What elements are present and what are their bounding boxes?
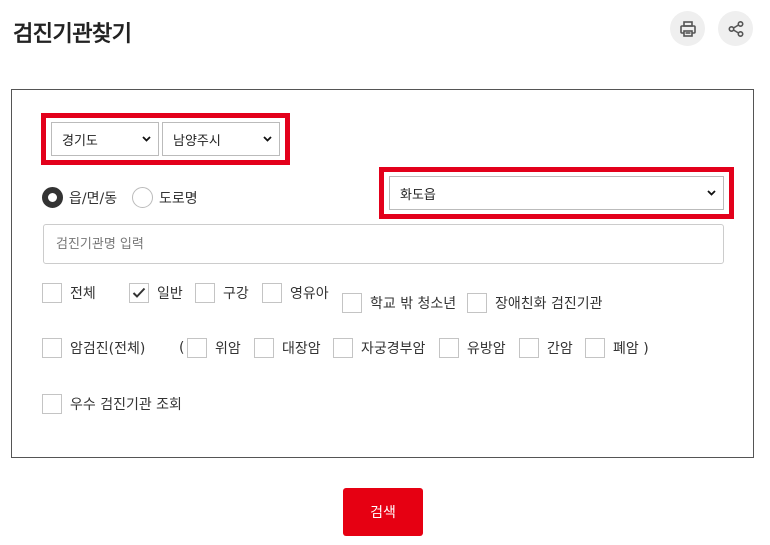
radio-road-name-label: 도로명: [159, 190, 198, 207]
page-title: 검진기관찾기: [13, 22, 132, 47]
checkbox-lung-cancer-label: 폐암 ): [613, 341, 649, 357]
checkbox-cervical-cancer-label: 자궁경부암: [361, 341, 426, 357]
checkbox-cancer-all[interactable]: 암검진(전체): [42, 338, 145, 358]
checkbox-stomach-cancer-label: 위암: [215, 341, 241, 357]
checkbox-box: [467, 293, 487, 313]
radio-selected-indicator: [42, 187, 63, 208]
checkbox-infant[interactable]: 영유아: [262, 283, 329, 303]
checkbox-excellent-institution[interactable]: 우수 검진기관 조회: [42, 394, 182, 414]
checkbox-box: [254, 338, 274, 358]
checkbox-box: [519, 338, 539, 358]
radio-eup-myeon-dong[interactable]: 읍/면/동: [42, 187, 117, 208]
share-button[interactable]: [718, 11, 753, 46]
checkbox-excellent-institution-label: 우수 검진기관 조회: [70, 397, 182, 413]
checkbox-disability-friendly[interactable]: 장애친화 검진기관: [467, 293, 603, 313]
checkbox-oral[interactable]: 구강: [195, 283, 249, 303]
checkbox-breast-cancer[interactable]: 유방암: [439, 338, 506, 358]
town-select-value: 화도읍: [400, 187, 436, 203]
search-panel: 경기도 남양주시 화도읍 읍/면/동 도로명 전체 일반: [11, 89, 754, 458]
checkbox-box-checked: [129, 283, 149, 303]
chevron-down-icon: [142, 136, 151, 142]
checkbox-box: [42, 338, 62, 358]
checkbox-liver-cancer[interactable]: 간암: [519, 338, 573, 358]
town-select[interactable]: 화도읍: [389, 176, 724, 210]
checkbox-colon-cancer[interactable]: 대장암: [254, 338, 321, 358]
checkbox-box: [262, 283, 282, 303]
checkbox-all[interactable]: 전체: [42, 283, 96, 303]
checkbox-box: [195, 283, 215, 303]
checkbox-lung-cancer[interactable]: 폐암 ): [585, 338, 649, 358]
checkbox-box: [439, 338, 459, 358]
checkbox-general[interactable]: 일반: [129, 283, 183, 303]
checkbox-disability-friendly-label: 장애친화 검진기관: [495, 296, 603, 312]
checkbox-infant-label: 영유아: [290, 286, 329, 302]
city-select[interactable]: 남양주시: [162, 122, 280, 156]
checkbox-box: [42, 394, 62, 414]
checkbox-liver-cancer-label: 간암: [547, 341, 573, 357]
print-button[interactable]: [670, 11, 705, 46]
share-icon: [727, 20, 745, 38]
radio-road-name[interactable]: 도로명: [132, 187, 198, 208]
province-select-value: 경기도: [62, 133, 98, 149]
cancer-types-open-paren: (: [179, 340, 185, 356]
checkbox-stomach-cancer[interactable]: 위암: [187, 338, 241, 358]
radio-eup-myeon-dong-label: 읍/면/동: [69, 190, 118, 207]
chevron-down-icon: [263, 136, 272, 142]
search-button[interactable]: 검색: [343, 488, 423, 536]
checkbox-cervical-cancer[interactable]: 자궁경부암: [333, 338, 425, 358]
checkbox-box: [585, 338, 605, 358]
checkbox-school-dropout-youth[interactable]: 학교 밖 청소년: [342, 293, 456, 313]
checkbox-box: [333, 338, 353, 358]
checkbox-general-label: 일반: [157, 286, 183, 302]
checkbox-breast-cancer-label: 유방암: [467, 341, 506, 357]
checkmark-icon: [132, 287, 146, 299]
chevron-down-icon: [707, 190, 716, 196]
institution-name-input[interactable]: [43, 224, 724, 264]
city-select-value: 남양주시: [173, 133, 221, 149]
checkbox-box: [187, 338, 207, 358]
checkbox-school-dropout-youth-label: 학교 밖 청소년: [370, 296, 457, 312]
checkbox-box: [342, 293, 362, 313]
checkbox-oral-label: 구강: [223, 286, 249, 302]
province-select[interactable]: 경기도: [51, 122, 159, 156]
checkbox-box: [42, 283, 62, 303]
checkbox-cancer-all-label: 암검진(전체): [70, 341, 146, 357]
printer-icon: [679, 20, 697, 38]
checkbox-colon-cancer-label: 대장암: [282, 341, 321, 357]
radio-unselected-indicator: [132, 187, 153, 208]
checkbox-all-label: 전체: [70, 286, 96, 302]
